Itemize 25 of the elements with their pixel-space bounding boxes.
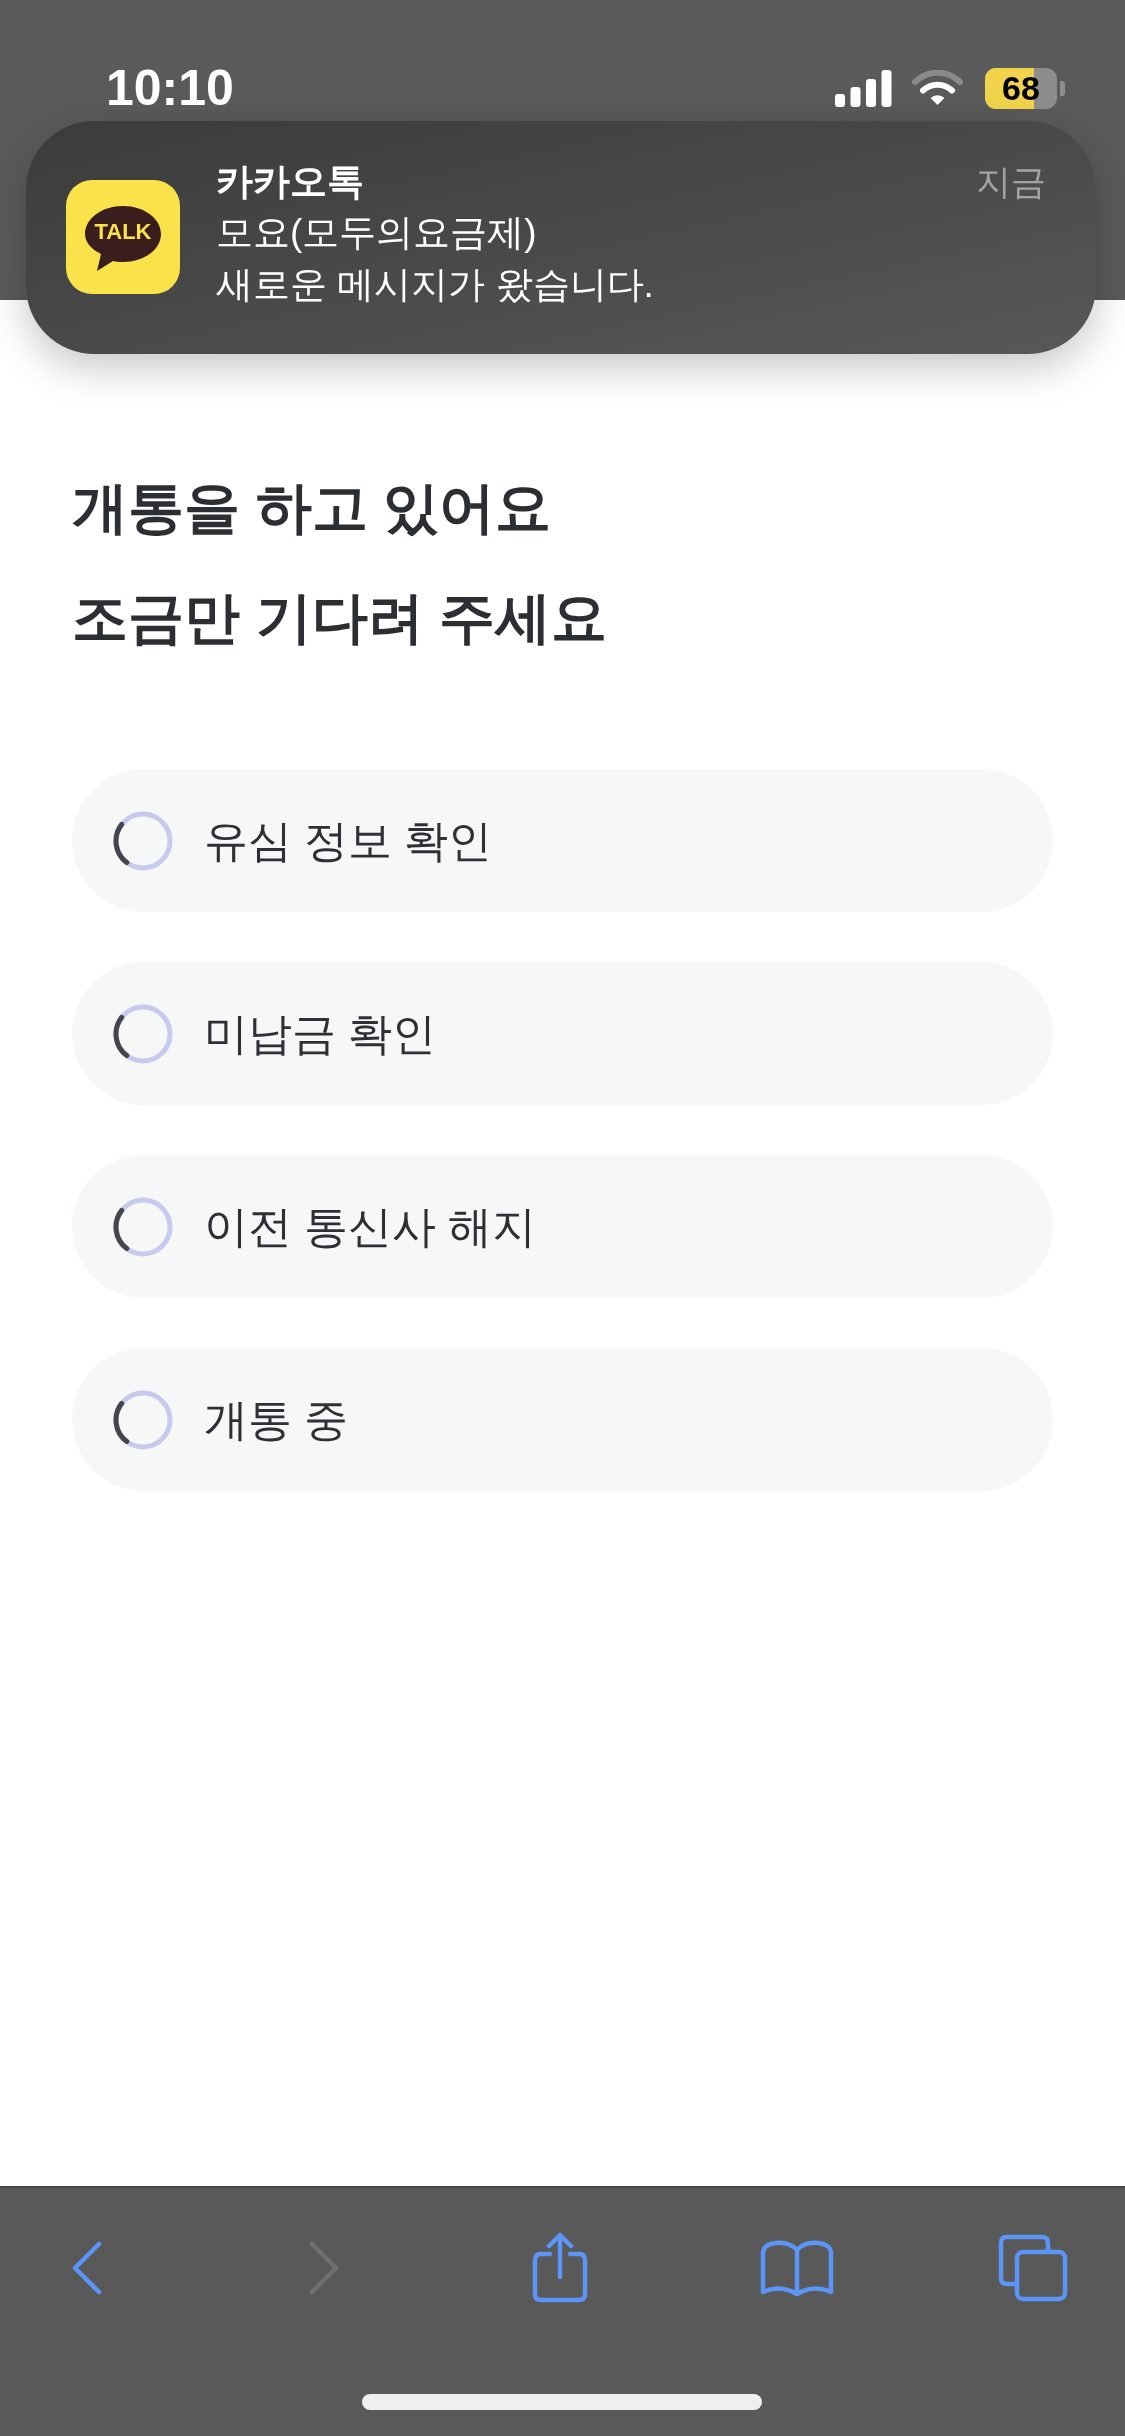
notification-time: 지금 bbox=[976, 161, 1046, 203]
book-icon bbox=[759, 2238, 834, 2298]
speech-bubble-icon bbox=[83, 204, 163, 272]
notification-message: 새로운 메시지가 왔습니다. bbox=[216, 263, 655, 307]
share-icon bbox=[531, 2232, 589, 2304]
app-name: 카카오톡 bbox=[216, 160, 364, 204]
page-heading: 개통을 하고 있어요 조금만 기다려 주세요 bbox=[72, 475, 608, 651]
status-time: 10:10 bbox=[106, 63, 234, 113]
spinner-icon bbox=[113, 1389, 173, 1450]
signal-icon bbox=[835, 69, 892, 107]
overlapping-squares-icon bbox=[998, 2234, 1068, 2302]
step-label: 유심 정보 확인 bbox=[204, 818, 493, 863]
wifi-icon bbox=[912, 70, 963, 106]
spinner-icon bbox=[113, 1196, 173, 1257]
app-icon-label: TALK bbox=[94, 221, 152, 243]
chevron-left-icon bbox=[71, 2240, 103, 2296]
spinner-icon bbox=[113, 1003, 173, 1064]
notification-title: 모요(모두의요금제) bbox=[216, 211, 538, 255]
step-label: 이전 통신사 해지 bbox=[204, 1204, 537, 1249]
battery-icon bbox=[985, 67, 1065, 109]
battery-percentage: 68 bbox=[1002, 71, 1040, 105]
notification-banner[interactable]: TALK 카카오톡 지금 모요(모두의요금제) 새로운 메시지가 왔습니다. bbox=[26, 121, 1096, 354]
spinner-icon bbox=[113, 810, 173, 871]
step-label: 개통 중 bbox=[204, 1397, 349, 1442]
step-label: 미납금 확인 bbox=[204, 1011, 437, 1056]
